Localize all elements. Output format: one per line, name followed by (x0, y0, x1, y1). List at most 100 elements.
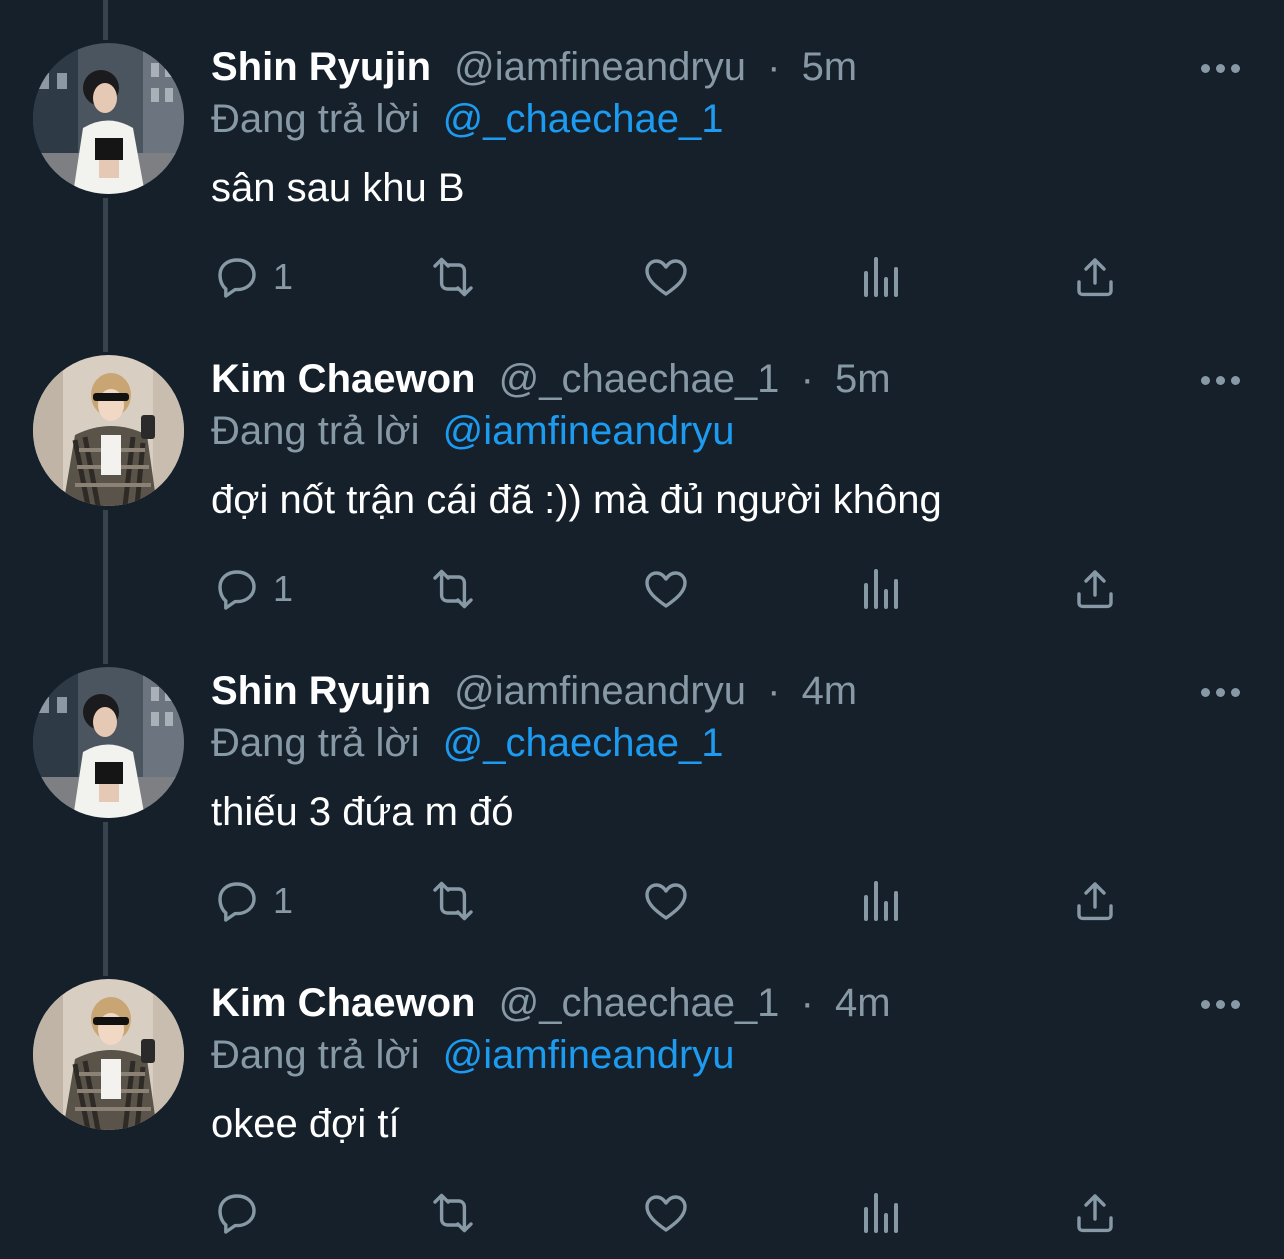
separator: · (767, 45, 781, 89)
replying-to: Đang trả lời @iamfineandryu (211, 1030, 735, 1080)
share-button[interactable] (1071, 876, 1119, 926)
views-icon (864, 881, 898, 921)
share-button[interactable] (1071, 1188, 1119, 1238)
timestamp[interactable]: 5m (802, 45, 858, 89)
replying-to-link[interactable]: @iamfineandryu (443, 409, 735, 453)
share-icon (1077, 258, 1113, 297)
retweet-icon (433, 569, 473, 609)
more-icon (1230, 63, 1240, 73)
tweet-header: Shin Ryujin @iamfineandryu · 5m (211, 42, 857, 92)
replying-to: Đang trả lời @_chaechae_1 (211, 94, 724, 144)
separator: · (800, 357, 814, 401)
like-button[interactable] (641, 564, 691, 614)
share-button[interactable] (1071, 564, 1119, 614)
more-icon (1200, 999, 1210, 1009)
tweet-4[interactable]: Kim Chaewon @_chaechae_1 · 4m Đang trả l… (0, 936, 1284, 1248)
more-icon (1200, 63, 1210, 73)
retweet-button[interactable] (426, 1188, 480, 1238)
like-icon (645, 1195, 687, 1232)
more-icon (1215, 999, 1225, 1009)
tweet-text: okee đợi tí (211, 1102, 400, 1146)
tweet-3[interactable]: Shin Ryujin @iamfineandryu · 4m Đang trả… (0, 624, 1284, 936)
author-name[interactable]: Kim Chaewon (211, 357, 475, 401)
share-icon (1077, 570, 1113, 609)
more-button[interactable] (1196, 50, 1244, 86)
tweet-header: Shin Ryujin @iamfineandryu · 4m (211, 666, 857, 716)
share-button[interactable] (1071, 252, 1119, 302)
more-icon (1200, 687, 1210, 697)
author-name[interactable]: Kim Chaewon (211, 981, 475, 1025)
reply-button[interactable]: 1 (213, 252, 293, 302)
views-button[interactable] (857, 564, 905, 614)
avatar[interactable] (31, 41, 186, 196)
retweet-icon (433, 881, 473, 921)
reply-icon (218, 570, 256, 610)
separator: · (800, 981, 814, 1025)
retweet-icon (433, 1193, 473, 1233)
views-icon (864, 569, 898, 609)
more-icon (1215, 63, 1225, 73)
more-button[interactable] (1196, 674, 1244, 710)
tweet-header: Kim Chaewon @_chaechae_1 · 4m (211, 978, 891, 1028)
reply-icon (218, 882, 256, 922)
reply-count: 1 (273, 256, 294, 297)
more-icon (1215, 687, 1225, 697)
views-icon (864, 257, 898, 297)
reply-count: 1 (273, 568, 294, 609)
timestamp[interactable]: 5m (835, 357, 891, 401)
tweet-text: đợi nốt trận cái đã :)) mà đủ người khôn… (211, 478, 942, 522)
avatar[interactable] (31, 665, 186, 820)
replying-to: Đang trả lời @_chaechae_1 (211, 718, 724, 768)
retweet-button[interactable] (426, 564, 480, 614)
timestamp[interactable]: 4m (802, 669, 858, 713)
author-handle[interactable]: @_chaechae_1 (499, 357, 780, 401)
reply-icon (218, 1194, 256, 1234)
more-icon (1230, 999, 1240, 1009)
views-button[interactable] (857, 1188, 905, 1238)
reply-button[interactable] (213, 1188, 273, 1238)
like-button[interactable] (641, 252, 691, 302)
like-icon (645, 259, 687, 296)
more-icon (1200, 375, 1210, 385)
author-handle[interactable]: @iamfineandryu (454, 45, 746, 89)
reply-button[interactable]: 1 (213, 876, 293, 926)
separator: · (767, 669, 781, 713)
tweet-header: Kim Chaewon @_chaechae_1 · 5m (211, 354, 891, 404)
more-icon (1230, 687, 1240, 697)
share-icon (1077, 1194, 1113, 1233)
more-button[interactable] (1196, 986, 1244, 1022)
avatar[interactable] (31, 353, 186, 508)
tweet-text: sân sau khu B (211, 166, 465, 210)
views-button[interactable] (857, 876, 905, 926)
avatar[interactable] (31, 977, 186, 1132)
reply-count: 1 (273, 880, 294, 921)
retweet-icon (433, 257, 473, 297)
tweet-2[interactable]: Kim Chaewon @_chaechae_1 · 5m Đang trả l… (0, 312, 1284, 624)
author-name[interactable]: Shin Ryujin (211, 669, 431, 713)
share-icon (1077, 882, 1113, 921)
author-name[interactable]: Shin Ryujin (211, 45, 431, 89)
reply-icon (218, 258, 256, 298)
views-button[interactable] (857, 252, 905, 302)
author-handle[interactable]: @_chaechae_1 (499, 981, 780, 1025)
reply-button[interactable]: 1 (213, 564, 293, 614)
views-icon (864, 1193, 898, 1233)
retweet-button[interactable] (426, 876, 480, 926)
author-handle[interactable]: @iamfineandryu (454, 669, 746, 713)
like-button[interactable] (641, 876, 691, 926)
tweet-1[interactable]: Shin Ryujin @iamfineandryu · 5m Đang trả… (0, 0, 1284, 312)
replying-to-link[interactable]: @iamfineandryu (443, 1033, 735, 1077)
replying-to-label: Đang trả lời (211, 97, 420, 141)
replying-to-label: Đang trả lời (211, 409, 420, 453)
retweet-button[interactable] (426, 252, 480, 302)
more-button[interactable] (1196, 362, 1244, 398)
like-icon (645, 571, 687, 608)
like-icon (645, 883, 687, 920)
timestamp[interactable]: 4m (835, 981, 891, 1025)
replying-to-label: Đang trả lời (211, 721, 420, 765)
like-button[interactable] (641, 1188, 691, 1238)
replying-to: Đang trả lời @iamfineandryu (211, 406, 735, 456)
replying-to-link[interactable]: @_chaechae_1 (443, 97, 724, 141)
replying-to-link[interactable]: @_chaechae_1 (443, 721, 724, 765)
more-icon (1215, 375, 1225, 385)
